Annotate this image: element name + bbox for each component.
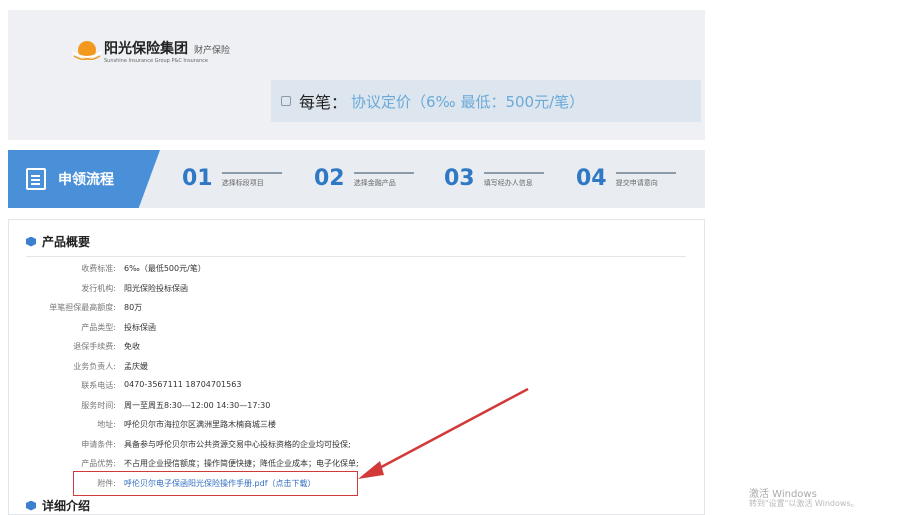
row-value: 投标保函	[124, 323, 156, 332]
step-bar	[353, 172, 414, 174]
document-icon	[26, 168, 46, 190]
row-value: 6‰（最低500元/笔）	[124, 264, 206, 273]
info-row-limit: 单笔担保最高额度: 80万	[0, 302, 600, 316]
info-row-refund-fee: 退保手续费: 免收	[0, 341, 600, 355]
row-key: 地址:	[97, 420, 116, 429]
logo-english: Sunshine Insurance Group P&C Insurance	[104, 58, 208, 64]
price-banner: 每笔： 协议定价（6‰ 最低：500元/笔）	[271, 80, 701, 122]
row-value: 周一至周五8:30---12:00 14:30—17:30	[124, 401, 271, 410]
row-key: 产品优势:	[81, 459, 116, 468]
row-key: 产品类型:	[81, 323, 116, 332]
row-value: 具备参与呼伦贝尔市公共资源交易中心投标资格的企业均可投保;	[124, 440, 351, 449]
info-row-fee: 收费标准: 6‰（最低500元/笔）	[0, 263, 600, 277]
step-label: 选择金融产品	[353, 179, 396, 187]
step-3: 03 填写经办人信息	[444, 166, 544, 196]
row-key: 联系电话:	[81, 381, 116, 390]
step-bar	[221, 172, 282, 174]
info-row-manager: 业务负责人: 孟庆媛	[0, 361, 600, 375]
info-row-type: 产品类型: 投标保函	[0, 322, 600, 336]
hexagon-bullet-icon	[26, 236, 36, 247]
step-number: 02	[314, 166, 345, 191]
step-bar	[483, 172, 544, 174]
step-number: 03	[444, 166, 475, 191]
step-bar	[615, 172, 676, 174]
overview-section-title: 产品概要	[26, 233, 90, 250]
row-value: 0470-3567111 18704701563	[124, 380, 242, 389]
windows-activation-hint: 转到"设置"以激活 Windows。	[749, 499, 859, 508]
price-tag-icon	[281, 96, 291, 106]
row-key: 发行机构:	[81, 284, 116, 293]
hexagon-bullet-icon	[26, 500, 36, 511]
section-divider	[26, 256, 686, 257]
row-value: 免收	[124, 342, 140, 351]
row-value: 呼伦贝尔市海拉尔区满洲里路木楠商城三楼	[124, 420, 276, 429]
row-key: 单笔担保最高额度:	[49, 303, 116, 312]
step-1: 01 选择标段项目	[182, 166, 282, 196]
detail-title-text: 详细介绍	[42, 499, 91, 513]
row-value: 孟庆媛	[124, 362, 148, 371]
logo-subtitle: 财产保险	[194, 46, 231, 56]
overview-title-text: 产品概要	[42, 235, 91, 249]
row-value: 阳光保险投标保函	[124, 284, 188, 293]
step-label: 提交申请意向	[615, 179, 658, 187]
logo-name: 阳光保险集团 财产保险	[104, 41, 231, 57]
step-number: 01	[182, 166, 213, 191]
row-key: 服务时间:	[81, 401, 116, 410]
row-key: 申请条件:	[81, 440, 116, 449]
company-logo[interactable]: 阳光保险集团 财产保险 Sunshine Insurance Group P&C …	[72, 36, 230, 76]
attachment-highlight-box	[73, 471, 358, 496]
step-label: 填写经办人信息	[483, 179, 533, 187]
row-key: 收费标准:	[81, 264, 116, 273]
step-2: 02 选择金融产品	[314, 166, 414, 196]
process-title: 申领流程	[58, 172, 114, 188]
process-title-block: 申领流程	[8, 150, 160, 208]
price-value: 协议定价（6‰ 最低：500元/笔）	[351, 92, 585, 111]
row-key: 退保手续费:	[73, 342, 116, 351]
step-4: 04 提交申请意向	[576, 166, 676, 196]
row-key: 业务负责人:	[73, 362, 116, 371]
detail-section-title: 详细介绍	[26, 497, 90, 514]
info-row-issuer: 发行机构: 阳光保险投标保函	[0, 283, 600, 297]
annotation-arrow-icon	[358, 387, 529, 479]
step-number: 04	[576, 166, 607, 191]
row-value: 80万	[124, 303, 143, 312]
step-label: 选择标段项目	[221, 179, 264, 187]
sun-logo-icon	[72, 41, 102, 60]
price-label: 每笔：	[299, 93, 348, 112]
row-value: 不占用企业授信额度；操作简便快捷；降低企业成本；电子化保单;	[124, 459, 359, 468]
